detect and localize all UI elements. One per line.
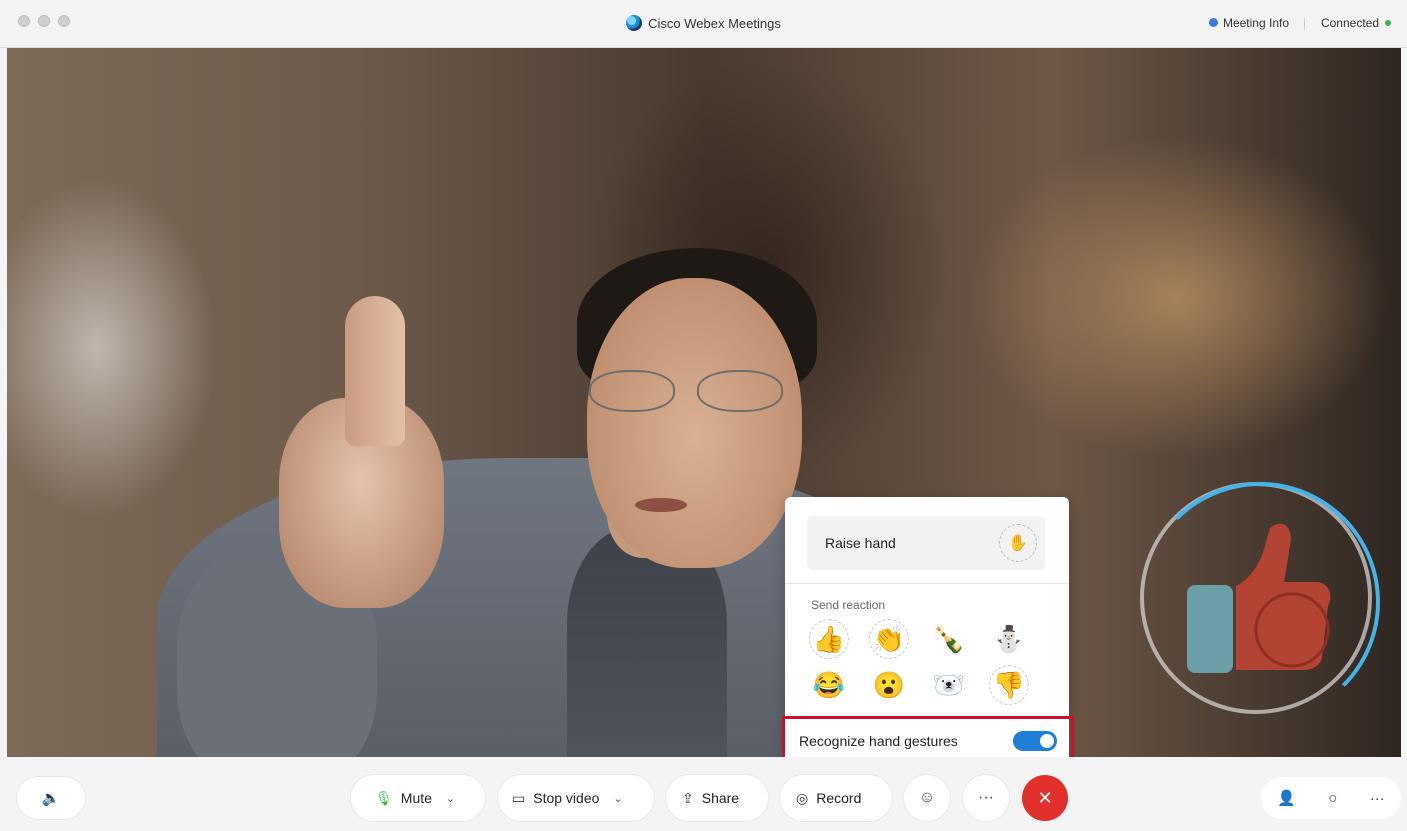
connected-dot-icon — [1385, 20, 1391, 26]
mute-button[interactable]: 🎙 Mute ⌄ — [351, 775, 485, 821]
thumbs-down-emoji-button[interactable]: 👎 — [989, 665, 1029, 705]
more-options-button[interactable]: ··· — [963, 775, 1009, 821]
raise-hand-icon: ✋ — [999, 524, 1037, 562]
meeting-toolbar: 🔈 🎙 Mute ⌄ ▭ Stop video ⌄ ⇪ Share ◎ Reco… — [0, 757, 1407, 831]
camera-icon: ▭ — [512, 789, 526, 806]
share-label: Share — [701, 790, 740, 806]
popover-divider — [785, 583, 1069, 584]
send-reaction-heading: Send reaction — [811, 598, 886, 612]
reaction-thumb-cuff — [1187, 585, 1233, 673]
snowman-emoji-button[interactable]: ⛄ — [989, 619, 1029, 659]
share-icon: ⇪ — [682, 789, 694, 806]
record-button[interactable]: ◎ Record — [780, 775, 892, 821]
record-label: Record — [816, 790, 862, 806]
reactions-button[interactable]: ☺ — [904, 775, 950, 821]
stop-video-button[interactable]: ▭ Stop video ⌄ — [498, 775, 654, 821]
meeting-info-label: Meeting Info — [1222, 16, 1289, 30]
window-title-text: Cisco Webex Meetings — [648, 16, 781, 31]
mute-options-chevron-icon[interactable]: ⌄ — [446, 792, 455, 805]
more-icon: ··· — [978, 789, 994, 806]
thumbs-up-reaction-icon — [1236, 523, 1331, 670]
raise-hand-label: Raise hand — [825, 535, 896, 551]
person-thumb — [345, 296, 405, 446]
connection-status-text: Connected — [1320, 16, 1379, 30]
champagne-icon: 🍾 — [932, 623, 966, 654]
thumbs-up-emoji-button[interactable]: 👍 — [809, 619, 849, 659]
webex-logo-icon — [626, 15, 643, 31]
end-meeting-button[interactable]: ✕ — [1022, 775, 1068, 821]
close-icon: ✕ — [1037, 787, 1053, 808]
title-bar: Cisco Webex Meetings Meeting Info Connec… — [0, 0, 1407, 48]
bear-emoji-button[interactable]: 🐻‍❄️ — [929, 665, 969, 705]
microphone-icon: 🎙 — [375, 789, 393, 806]
record-icon: ◎ — [796, 789, 809, 806]
wow-emoji-button[interactable]: 😮 — [869, 665, 909, 705]
polar-bear-icon: 🐻‍❄️ — [932, 669, 966, 700]
speaker-icon: 🔈 — [41, 790, 61, 807]
mute-label: Mute — [400, 790, 432, 806]
chat-icon[interactable]: ○ — [1328, 790, 1337, 807]
person-face — [587, 278, 802, 568]
snowman-icon: ⛄ — [992, 623, 1026, 654]
reaction-grid: 👍 👏 🍾 ⛄ 😂 😮 🐻‍❄️ 👎 — [809, 619, 1049, 705]
laugh-emoji-button[interactable]: 😂 — [809, 665, 849, 705]
participants-icon[interactable]: 👤 — [1277, 789, 1296, 807]
celebrate-emoji-button[interactable]: 🍾 — [929, 619, 969, 659]
person-mouth — [635, 498, 687, 512]
clap-emoji-button[interactable]: 👏 — [869, 619, 909, 659]
info-dot-icon — [1208, 18, 1218, 27]
panel-controls: 👤 ○ ··· — [1261, 777, 1401, 819]
meeting-info-button[interactable]: Meeting Info — [1208, 16, 1289, 30]
share-button[interactable]: ⇪ Share — [666, 775, 768, 821]
stop-video-label: Stop video — [533, 790, 600, 806]
window-title: Cisco Webex Meetings — [0, 15, 1407, 31]
more-panels-icon[interactable]: ··· — [1370, 790, 1385, 807]
smiley-icon: ☺ — [918, 789, 936, 806]
person-glasses — [589, 370, 789, 414]
connection-status: Connected — [1321, 16, 1391, 30]
audio-device-button[interactable]: 🔈 — [17, 777, 85, 819]
laughing-face-icon: 😂 — [812, 669, 846, 700]
video-options-chevron-icon[interactable]: ⌄ — [613, 792, 622, 805]
title-separator — [1304, 18, 1305, 30]
raise-hand-button[interactable]: Raise hand ✋ — [807, 516, 1045, 570]
surprised-face-icon: 😮 — [872, 669, 906, 700]
